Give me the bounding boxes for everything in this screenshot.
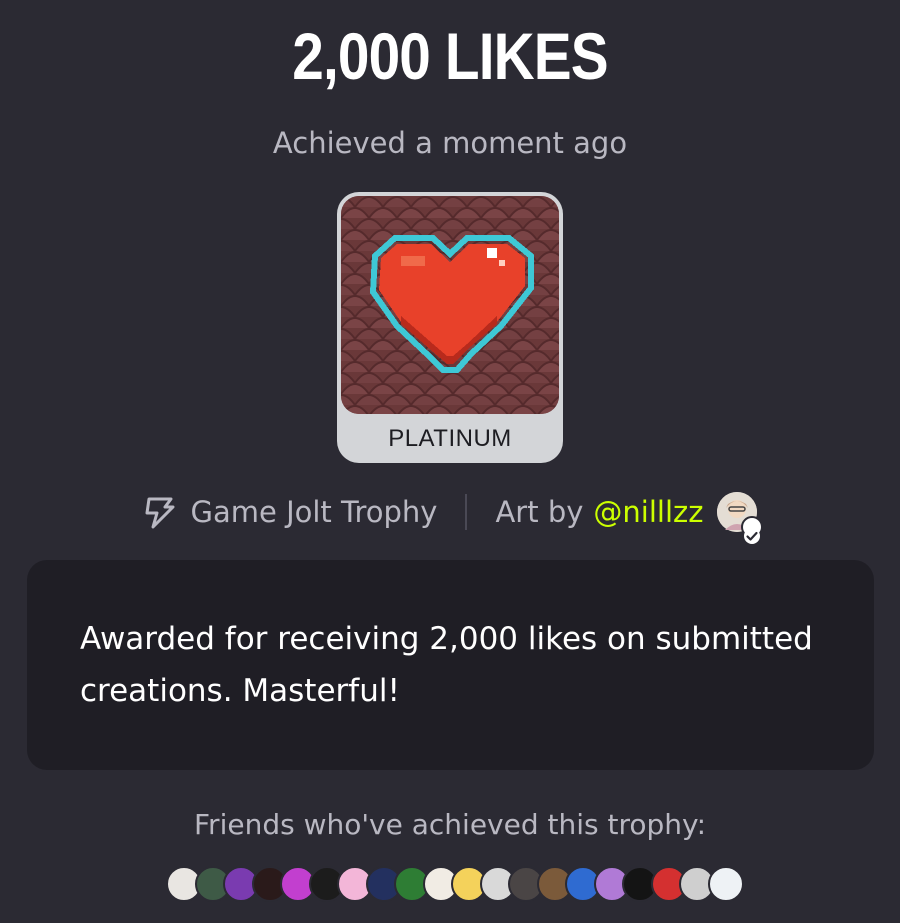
friends-avatar-list [166, 866, 744, 902]
artist-avatar[interactable] [717, 492, 764, 544]
meta-divider [465, 494, 468, 530]
friend-avatar[interactable] [707, 866, 744, 902]
trophy-title: 2,000 LIKES [292, 19, 608, 93]
artist-handle-link[interactable]: @nilllzz [593, 495, 703, 529]
trophy-meta: Game Jolt Trophy Art by @nilllzz [0, 488, 900, 544]
verified-check-icon [741, 516, 764, 544]
trophy-artwork [341, 196, 559, 414]
trophy-description-card: Awarded for receiving 2,000 likes on sub… [27, 560, 874, 770]
game-jolt-bolt-icon [145, 497, 175, 529]
art-by-label: Art by [495, 495, 584, 529]
friends-label: Friends who've achieved this trophy: [193, 808, 707, 841]
trophy-badge: PLATINUM [337, 192, 563, 463]
trophy-page: 2,000 LIKES Achieved a moment ago PLATIN… [0, 0, 900, 923]
pixel-heart-icon [341, 196, 559, 414]
trophy-level: PLATINUM [388, 425, 512, 452]
trophy-description: Awarded for receiving 2,000 likes on sub… [80, 621, 813, 709]
achieved-time: Achieved a moment ago [272, 126, 628, 160]
trophy-source: Game Jolt Trophy [190, 495, 438, 529]
